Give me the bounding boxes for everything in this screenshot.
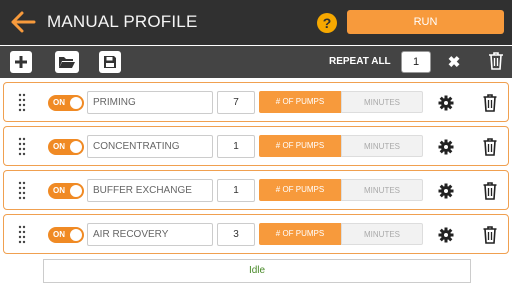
mode-minutes-option[interactable]: MINUTES bbox=[341, 91, 423, 113]
step-enable-toggle[interactable]: ON bbox=[48, 95, 84, 111]
header-bar: MANUAL PROFILE ? RUN bbox=[0, 0, 512, 45]
gear-icon[interactable] bbox=[438, 139, 454, 155]
drag-handle-icon[interactable] bbox=[18, 225, 26, 245]
step-row: ON PRIMING 7 # OF PUMPS MINUTES bbox=[3, 82, 509, 122]
open-profile-button[interactable] bbox=[55, 51, 79, 73]
step-name-field[interactable]: BUFFER EXCHANGE bbox=[87, 179, 213, 202]
clear-icon[interactable]: ✖ bbox=[446, 53, 462, 71]
mode-minutes-option[interactable]: MINUTES bbox=[341, 223, 423, 245]
save-profile-button[interactable] bbox=[99, 51, 121, 73]
repeat-all-input[interactable] bbox=[401, 51, 431, 73]
run-button[interactable]: RUN bbox=[347, 10, 504, 34]
mode-pumps-option[interactable]: # OF PUMPS bbox=[259, 179, 341, 201]
mode-pumps-option[interactable]: # OF PUMPS bbox=[259, 135, 341, 157]
step-row: ON CONCENTRATING 1 # OF PUMPS MINUTES bbox=[3, 126, 509, 166]
step-enable-toggle[interactable]: ON bbox=[48, 139, 84, 155]
toggle-knob bbox=[69, 96, 83, 110]
step-row: ON BUFFER EXCHANGE 1 # OF PUMPS MINUTES bbox=[3, 170, 509, 210]
step-row: ON AIR RECOVERY 3 # OF PUMPS MINUTES bbox=[3, 214, 509, 254]
page-title: MANUAL PROFILE bbox=[47, 12, 198, 31]
mode-minutes-option[interactable]: MINUTES bbox=[341, 135, 423, 157]
toggle-label: ON bbox=[53, 230, 65, 239]
step-count-field[interactable]: 7 bbox=[217, 91, 255, 114]
repeat-all-label: REPEAT ALL bbox=[329, 56, 391, 67]
step-enable-toggle[interactable]: ON bbox=[48, 183, 84, 199]
step-count-field[interactable]: 3 bbox=[217, 223, 255, 246]
step-count-field[interactable]: 1 bbox=[217, 179, 255, 202]
toggle-knob bbox=[69, 184, 83, 198]
mode-pumps-option[interactable]: # OF PUMPS bbox=[259, 223, 341, 245]
save-icon bbox=[104, 56, 116, 68]
delete-all-trash-icon[interactable] bbox=[488, 52, 504, 70]
toggle-label: ON bbox=[53, 98, 65, 107]
toolbar bbox=[0, 46, 512, 78]
step-name-field[interactable]: CONCENTRATING bbox=[87, 135, 213, 158]
gear-icon[interactable] bbox=[438, 95, 454, 111]
step-name-field[interactable]: AIR RECOVERY bbox=[87, 223, 213, 246]
plus-icon bbox=[15, 56, 27, 68]
step-name-field[interactable]: PRIMING bbox=[87, 91, 213, 114]
gear-icon[interactable] bbox=[438, 183, 454, 199]
trash-icon[interactable] bbox=[483, 94, 497, 112]
trash-icon[interactable] bbox=[483, 226, 497, 244]
drag-handle-icon[interactable] bbox=[18, 181, 26, 201]
trash-icon[interactable] bbox=[483, 182, 497, 200]
step-count-field[interactable]: 1 bbox=[217, 135, 255, 158]
toggle-knob bbox=[69, 140, 83, 154]
drag-handle-icon[interactable] bbox=[18, 137, 26, 157]
step-enable-toggle[interactable]: ON bbox=[48, 227, 84, 243]
mode-pumps-option[interactable]: # OF PUMPS bbox=[259, 91, 341, 113]
add-step-button[interactable] bbox=[10, 51, 32, 73]
drag-handle-icon[interactable] bbox=[18, 93, 26, 113]
trash-icon[interactable] bbox=[483, 138, 497, 156]
toggle-knob bbox=[69, 228, 83, 242]
mode-minutes-option[interactable]: MINUTES bbox=[341, 179, 423, 201]
toggle-label: ON bbox=[53, 186, 65, 195]
back-arrow-icon[interactable] bbox=[10, 10, 36, 34]
folder-icon bbox=[59, 57, 75, 68]
status-bar: Idle bbox=[43, 259, 471, 283]
help-icon[interactable]: ? bbox=[317, 13, 337, 33]
gear-icon[interactable] bbox=[438, 227, 454, 243]
toggle-label: ON bbox=[53, 142, 65, 151]
